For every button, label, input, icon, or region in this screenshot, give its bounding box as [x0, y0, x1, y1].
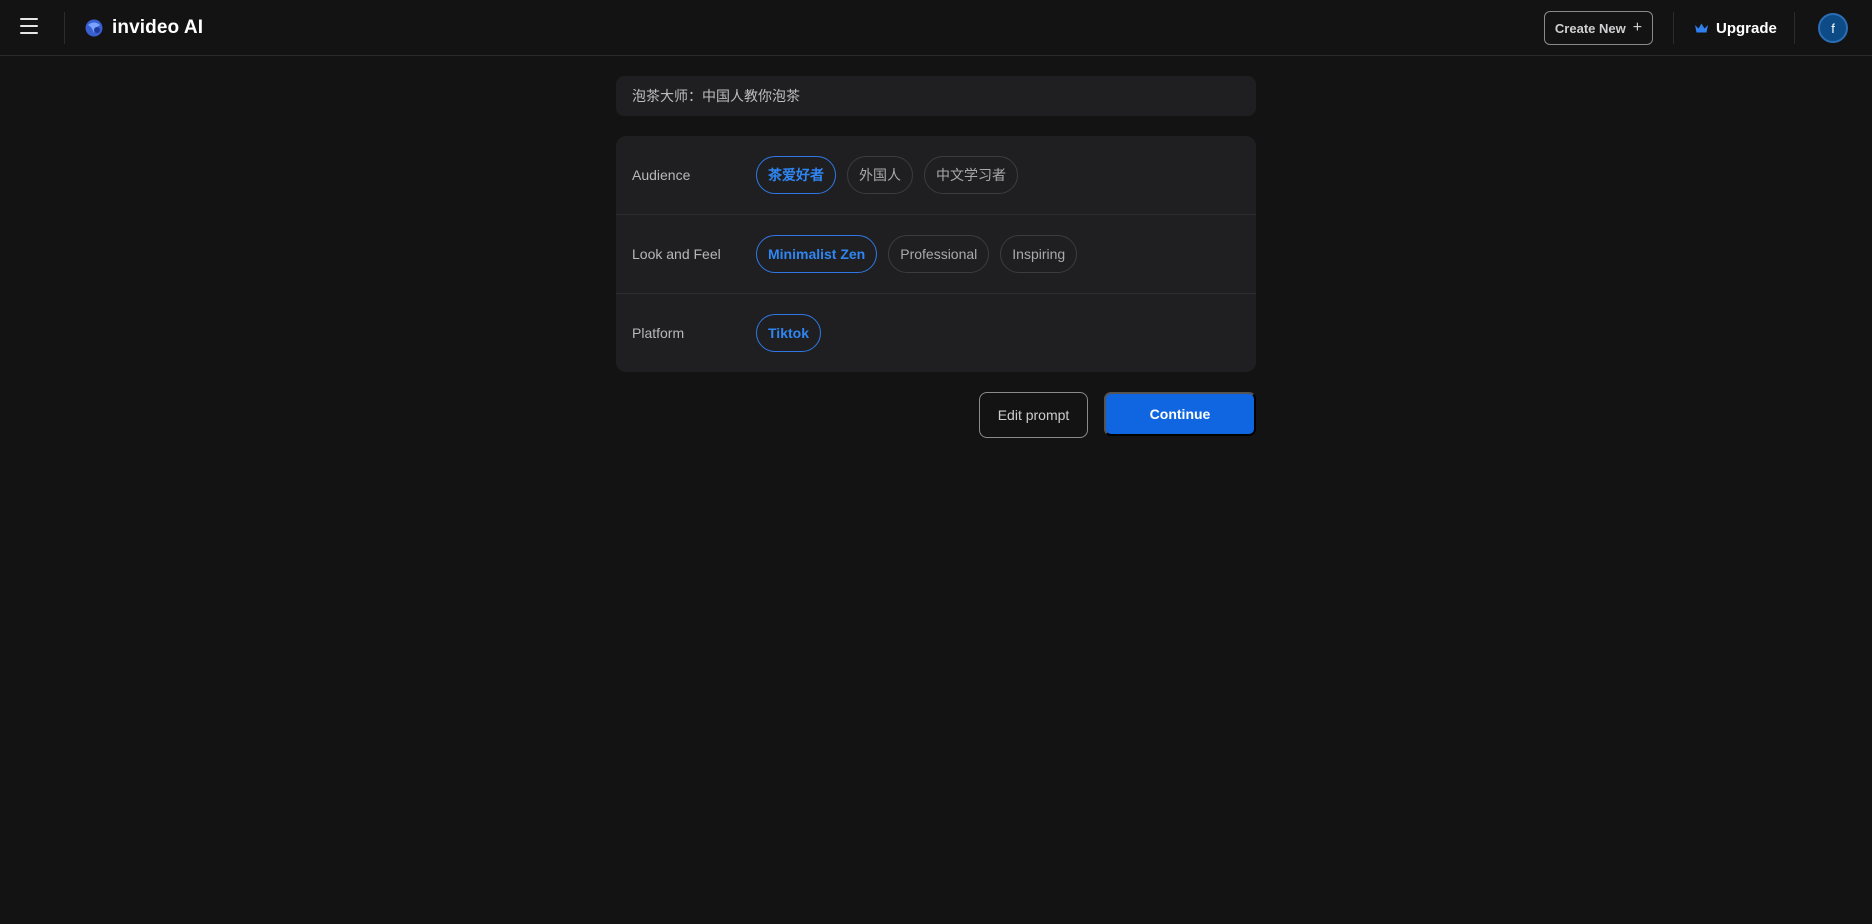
- look-chip-professional[interactable]: Professional: [888, 235, 990, 273]
- crown-icon: [1695, 23, 1708, 33]
- create-new-button[interactable]: Create New +: [1544, 11, 1653, 45]
- audience-row: Audience 茶爱好者 外国人 中文学习者: [616, 136, 1256, 215]
- platform-label: Platform: [632, 325, 685, 341]
- edit-prompt-button[interactable]: Edit prompt: [979, 392, 1088, 438]
- plus-icon: +: [1632, 19, 1643, 36]
- upgrade-button[interactable]: Upgrade: [1694, 14, 1777, 42]
- brand[interactable]: invideo AI: [84, 14, 203, 42]
- look-and-feel-row: Look and Feel Minimalist Zen Professiona…: [616, 215, 1256, 294]
- prompt-text: 泡茶大师：中国人教你泡茶: [632, 89, 800, 105]
- avatar[interactable]: f: [1818, 13, 1848, 43]
- look-and-feel-label: Look and Feel: [632, 246, 721, 262]
- upgrade-label: Upgrade: [1716, 19, 1777, 37]
- platform-chip-tiktok[interactable]: Tiktok: [756, 314, 821, 352]
- top-bar: invideo AI Create New + Upgrade f: [0, 0, 1872, 56]
- options-card: Audience 茶爱好者 外国人 中文学习者 Look and Feel Mi…: [616, 136, 1256, 372]
- divider: [64, 12, 65, 44]
- continue-button[interactable]: Continue: [1104, 392, 1256, 436]
- divider: [1673, 12, 1674, 44]
- audience-chip-chinese-learners[interactable]: 中文学习者: [924, 156, 1018, 194]
- menu-icon[interactable]: [20, 14, 44, 38]
- avatar-initial: f: [1831, 20, 1835, 36]
- invideo-logo-icon: [85, 19, 103, 37]
- look-chip-minimalist-zen[interactable]: Minimalist Zen: [756, 235, 878, 273]
- prompt-text-box: 泡茶大师：中国人教你泡茶: [616, 76, 1256, 116]
- look-chip-inspiring[interactable]: Inspiring: [1000, 235, 1078, 273]
- divider: [1794, 12, 1795, 44]
- audience-label: Audience: [632, 167, 691, 183]
- platform-row: Platform Tiktok: [616, 294, 1256, 372]
- audience-chip-foreigners[interactable]: 外国人: [847, 156, 913, 194]
- brand-name: invideo AI: [112, 17, 204, 38]
- create-new-label: Create New: [1554, 20, 1626, 36]
- audience-chip-tea-lovers[interactable]: 茶爱好者: [756, 156, 836, 194]
